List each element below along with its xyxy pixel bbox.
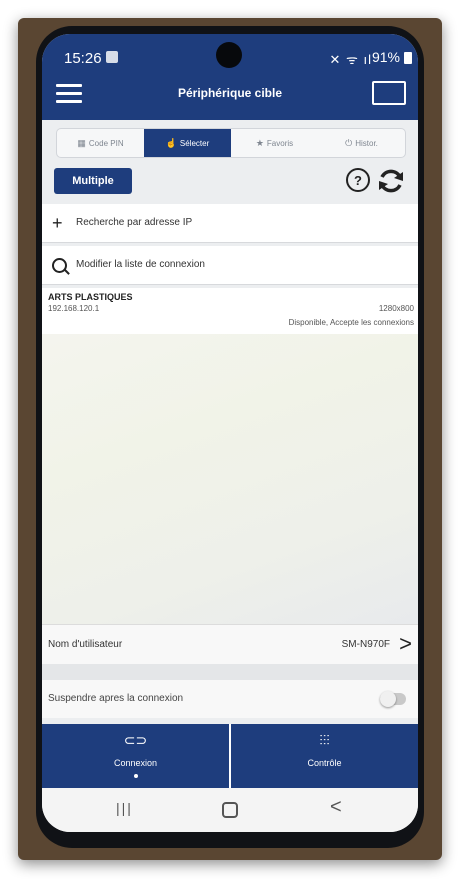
username-label: Nom d'utilisateur: [48, 639, 123, 650]
multiple-button[interactable]: Multiple: [54, 168, 132, 194]
status-time: 15:26: [64, 50, 102, 67]
section-divider: [42, 664, 418, 680]
device-status: Disponible, Accepte les connexions: [288, 318, 414, 327]
modify-list-label: Modifier la liste de connexion: [76, 259, 205, 270]
controle-tab[interactable]: ⫶⫶⫶ Contrôle: [229, 724, 418, 788]
connexion-tab[interactable]: ⊂⊃ Connexion: [42, 724, 229, 788]
status-icons: ✕ ᯤ ıl: [329, 52, 372, 67]
phone-screen: 15:26 ✕ ᯤ ıl 91% Périphérique cible ▦ Co…: [42, 34, 418, 832]
controle-label: Contrôle: [307, 758, 342, 768]
hand-pointer-icon: ☝: [165, 137, 177, 148]
tab-histor[interactable]: ⏻ Histor.: [318, 129, 405, 157]
tab-label: Histor.: [355, 138, 378, 148]
tab-label: Code PIN: [88, 138, 124, 148]
system-nav-bar: ||| <: [42, 788, 418, 832]
recents-icon[interactable]: |||: [116, 800, 133, 816]
home-icon[interactable]: [222, 802, 238, 818]
toggle-knob: [380, 691, 396, 707]
help-icon[interactable]: ?: [346, 168, 370, 192]
modify-list-row[interactable]: Modifier la liste de connexion: [42, 246, 418, 285]
link-icon: ⊂⊃: [123, 732, 148, 748]
tab-label: Favoris: [266, 138, 294, 148]
back-icon[interactable]: <: [330, 796, 342, 819]
display-icon[interactable]: [372, 81, 406, 105]
refresh-icon[interactable]: [376, 166, 406, 196]
device-name: ARTS PLASTIQUES: [48, 292, 133, 302]
grid-icon: ▦: [77, 137, 86, 148]
battery-icon: [404, 52, 412, 64]
app-header: 15:26 ✕ ᯤ ıl 91% Périphérique cible: [42, 34, 418, 120]
ip-search-row[interactable]: + Recherche par adresse IP: [42, 204, 418, 243]
front-camera: [216, 42, 242, 68]
search-icon: [52, 258, 67, 273]
suspend-row: Suspendre apres la connexion: [42, 680, 418, 718]
device-resolution: 1280x800: [378, 304, 414, 313]
tab-favoris[interactable]: ★ Favoris: [231, 129, 318, 157]
device-list-item[interactable]: ARTS PLASTIQUES 192.168.120.1 1280x800 D…: [42, 288, 418, 334]
suspend-toggle[interactable]: [380, 691, 406, 707]
tab-bar: ▦ Code PIN ☝ Sélecter ★ Favoris ⏻ Histor…: [56, 128, 406, 158]
battery-level: 91%: [371, 49, 400, 65]
ip-search-label: Recherche par adresse IP: [76, 217, 193, 228]
username-row[interactable]: Nom d'utilisateur SM-N970F >: [42, 624, 418, 665]
device-ip: 192.168.120.1: [48, 304, 100, 313]
username-value: SM-N970F: [341, 639, 390, 650]
chevron-right-icon: >: [399, 631, 412, 656]
active-indicator: [133, 774, 138, 778]
tab-selecter[interactable]: ☝ Sélecter: [144, 129, 231, 157]
sliders-icon: ⫶⫶⫶: [319, 732, 330, 748]
tab-label: Sélecter: [179, 138, 210, 148]
star-icon: ★: [255, 137, 264, 148]
device-list-empty-area: [42, 334, 418, 624]
bottom-nav: ⊂⊃ Connexion ⫶⫶⫶ Contrôle: [42, 724, 418, 788]
notification-icon: [106, 51, 118, 63]
plus-icon: +: [52, 213, 63, 233]
suspend-label: Suspendre apres la connexion: [48, 693, 184, 704]
tab-code-pin[interactable]: ▦ Code PIN: [57, 129, 144, 157]
connexion-label: Connexion: [113, 758, 158, 768]
page-title: Périphérique cible: [177, 86, 283, 100]
history-icon: ⏻: [345, 137, 353, 148]
